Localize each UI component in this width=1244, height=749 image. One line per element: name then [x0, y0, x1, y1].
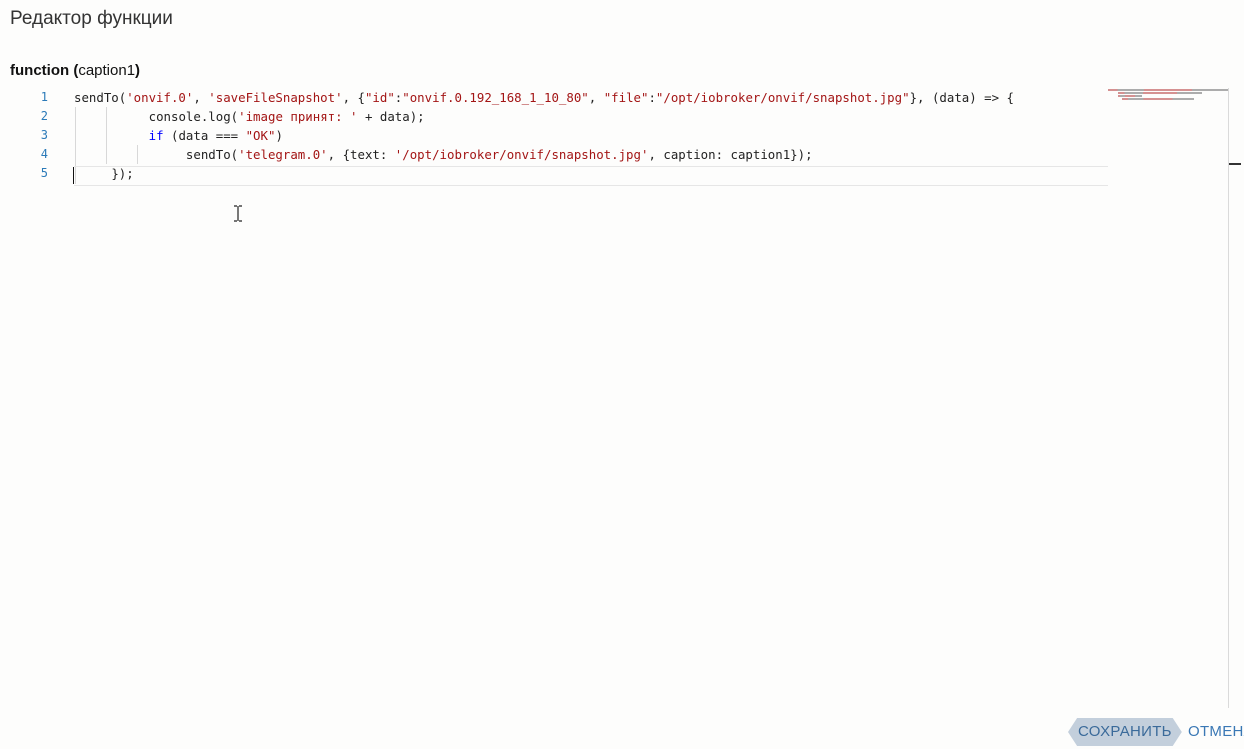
indent-guide	[106, 107, 107, 164]
function-params: caption1	[78, 62, 136, 79]
string-token: "/opt/iobroker/onvif/snapshot.jpg"	[655, 90, 910, 105]
string-token: 'onvif.0'	[126, 90, 194, 105]
minimap[interactable]	[1108, 88, 1228, 100]
code-token: , {text:	[327, 147, 395, 162]
string-token: "file"	[603, 90, 649, 105]
scrollbar-position-marker[interactable]	[1229, 163, 1241, 165]
code-token: ,	[193, 90, 209, 105]
current-line-highlight	[74, 166, 1108, 186]
code-token: sendTo(	[185, 147, 239, 162]
code-line[interactable]: sendTo('telegram.0', {text: '/opt/iobrok…	[74, 145, 813, 164]
line-number: 2	[40, 109, 48, 123]
string-token: 'image принят: '	[238, 109, 358, 124]
string-token: "onvif.0.192_168_1_10_80"	[402, 90, 589, 105]
line-number: 5	[40, 166, 48, 180]
code-token: sendTo(	[74, 90, 127, 105]
code-editor[interactable]: 12345 sendTo('onvif.0', 'saveFileSnapsho…	[0, 88, 1241, 708]
string-token: 'telegram.0'	[238, 147, 328, 162]
line-number: 4	[40, 147, 48, 161]
string-token: "OK"	[245, 128, 276, 143]
code-token: ,	[588, 90, 604, 105]
string-token: 'saveFileSnapshot'	[208, 90, 343, 105]
line-number: 1	[40, 90, 48, 104]
code-token: , caption: caption1});	[648, 147, 813, 162]
code-token: }, (data) => {	[909, 90, 1014, 105]
save-button[interactable]: СОХРАНИТЬ	[1068, 718, 1182, 746]
indent-guide	[137, 145, 138, 164]
string-token: "id"	[364, 90, 395, 105]
paren-close: )	[135, 62, 141, 79]
line-number: 3	[40, 128, 48, 142]
keyword-token: if	[148, 128, 164, 143]
text-cursor-icon	[234, 205, 242, 222]
code-token: , {	[342, 90, 365, 105]
text-cursor	[73, 167, 74, 184]
vertical-scrollbar[interactable]	[1228, 88, 1229, 708]
dialog-title: Редактор функции	[10, 8, 173, 29]
function-signature: function (caption1)	[10, 62, 140, 79]
string-token: '/opt/iobroker/onvif/snapshot.jpg'	[394, 147, 649, 162]
function-keyword: function	[10, 62, 70, 79]
code-line[interactable]: sendTo('onvif.0', 'saveFileSnapshot', {"…	[74, 88, 1014, 107]
code-line[interactable]: console.log('image принят: ' + data);	[74, 107, 425, 126]
code-token: + data);	[357, 109, 425, 124]
code-token: (data ===	[163, 128, 246, 143]
code-token: :	[648, 90, 656, 105]
code-token: console.log(	[148, 109, 239, 124]
cancel-button[interactable]: ОТМЕНА	[1178, 718, 1244, 746]
code-token: )	[275, 128, 283, 143]
